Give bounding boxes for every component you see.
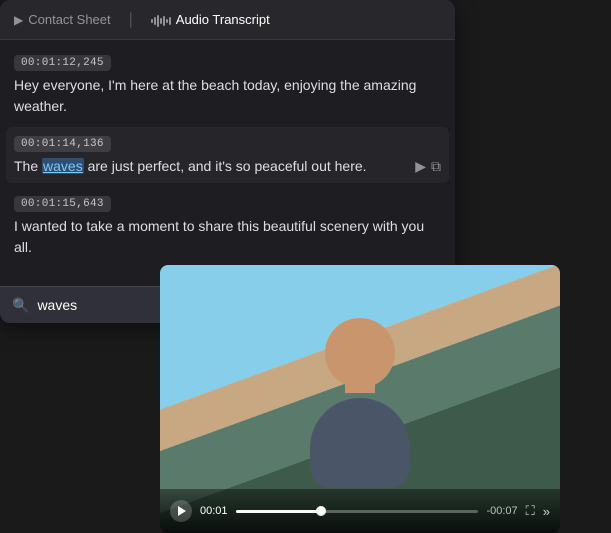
copy-entry-icon[interactable]: ⧉: [431, 158, 441, 175]
video-progress-fill: [236, 510, 321, 513]
transcript-entry-2-row: The waves are just perfect, and it's so …: [14, 156, 441, 177]
transcript-entry-1: 00:01:12,245 Hey everyone, I'm here at t…: [14, 52, 441, 117]
transcript-text-2-before: The: [14, 158, 42, 174]
person-body: [310, 398, 410, 488]
play-icon: [178, 506, 186, 516]
tab-contact-sheet-label: Contact Sheet: [28, 12, 110, 27]
transcript-text-3: I wanted to take a moment to share this …: [14, 216, 441, 258]
timestamp-1[interactable]: 00:01:12,245: [14, 55, 111, 71]
transcript-entry-2: 00:01:14,136 The waves are just perfect,…: [6, 127, 449, 183]
transcript-text-wrap-2: The waves are just perfect, and it's so …: [14, 156, 407, 177]
tab-audio-transcript-label: Audio Transcript: [176, 12, 270, 27]
video-controls: 00:01 -00:07 ⛶ »: [160, 489, 560, 533]
transcript-text-1: Hey everyone, I'm here at the beach toda…: [14, 75, 441, 117]
search-icon: 🔍: [12, 297, 29, 314]
video-time-remaining: -00:07: [486, 505, 517, 517]
transcript-entry-3: 00:01:15,643 I wanted to take a moment t…: [14, 193, 441, 258]
play-entry-icon[interactable]: ▶: [415, 158, 426, 175]
transcript-highlight-word: waves: [42, 158, 84, 174]
tab-audio-transcript[interactable]: Audio Transcript: [149, 8, 272, 31]
video-time-current: 00:01: [200, 505, 228, 517]
video-panel: 00:01 -00:07 ⛶ »: [160, 265, 560, 533]
entry-2-actions: ▶ ⧉: [415, 156, 441, 175]
timestamp-3[interactable]: 00:01:15,643: [14, 196, 111, 212]
transcript-text-2-after: are just perfect, and it's so peaceful o…: [84, 158, 367, 174]
video-progress-bar[interactable]: [236, 510, 479, 513]
video-progress-thumb: [316, 506, 326, 516]
tab-divider: |: [129, 11, 133, 29]
video-icon: ▶: [14, 13, 23, 27]
tab-contact-sheet[interactable]: ▶ Contact Sheet: [12, 8, 113, 31]
tab-bar: ▶ Contact Sheet | Audio Transcript: [0, 0, 455, 40]
video-play-button[interactable]: [170, 500, 192, 522]
person-head: [325, 318, 395, 388]
timestamp-2[interactable]: 00:01:14,136: [14, 136, 111, 152]
overflow-icon[interactable]: »: [543, 504, 550, 519]
fullscreen-icon[interactable]: ⛶: [526, 503, 535, 519]
person-figure: [290, 308, 430, 488]
waveform-icon: [151, 12, 171, 27]
transcript-content: 00:01:12,245 Hey everyone, I'm here at t…: [0, 40, 455, 286]
